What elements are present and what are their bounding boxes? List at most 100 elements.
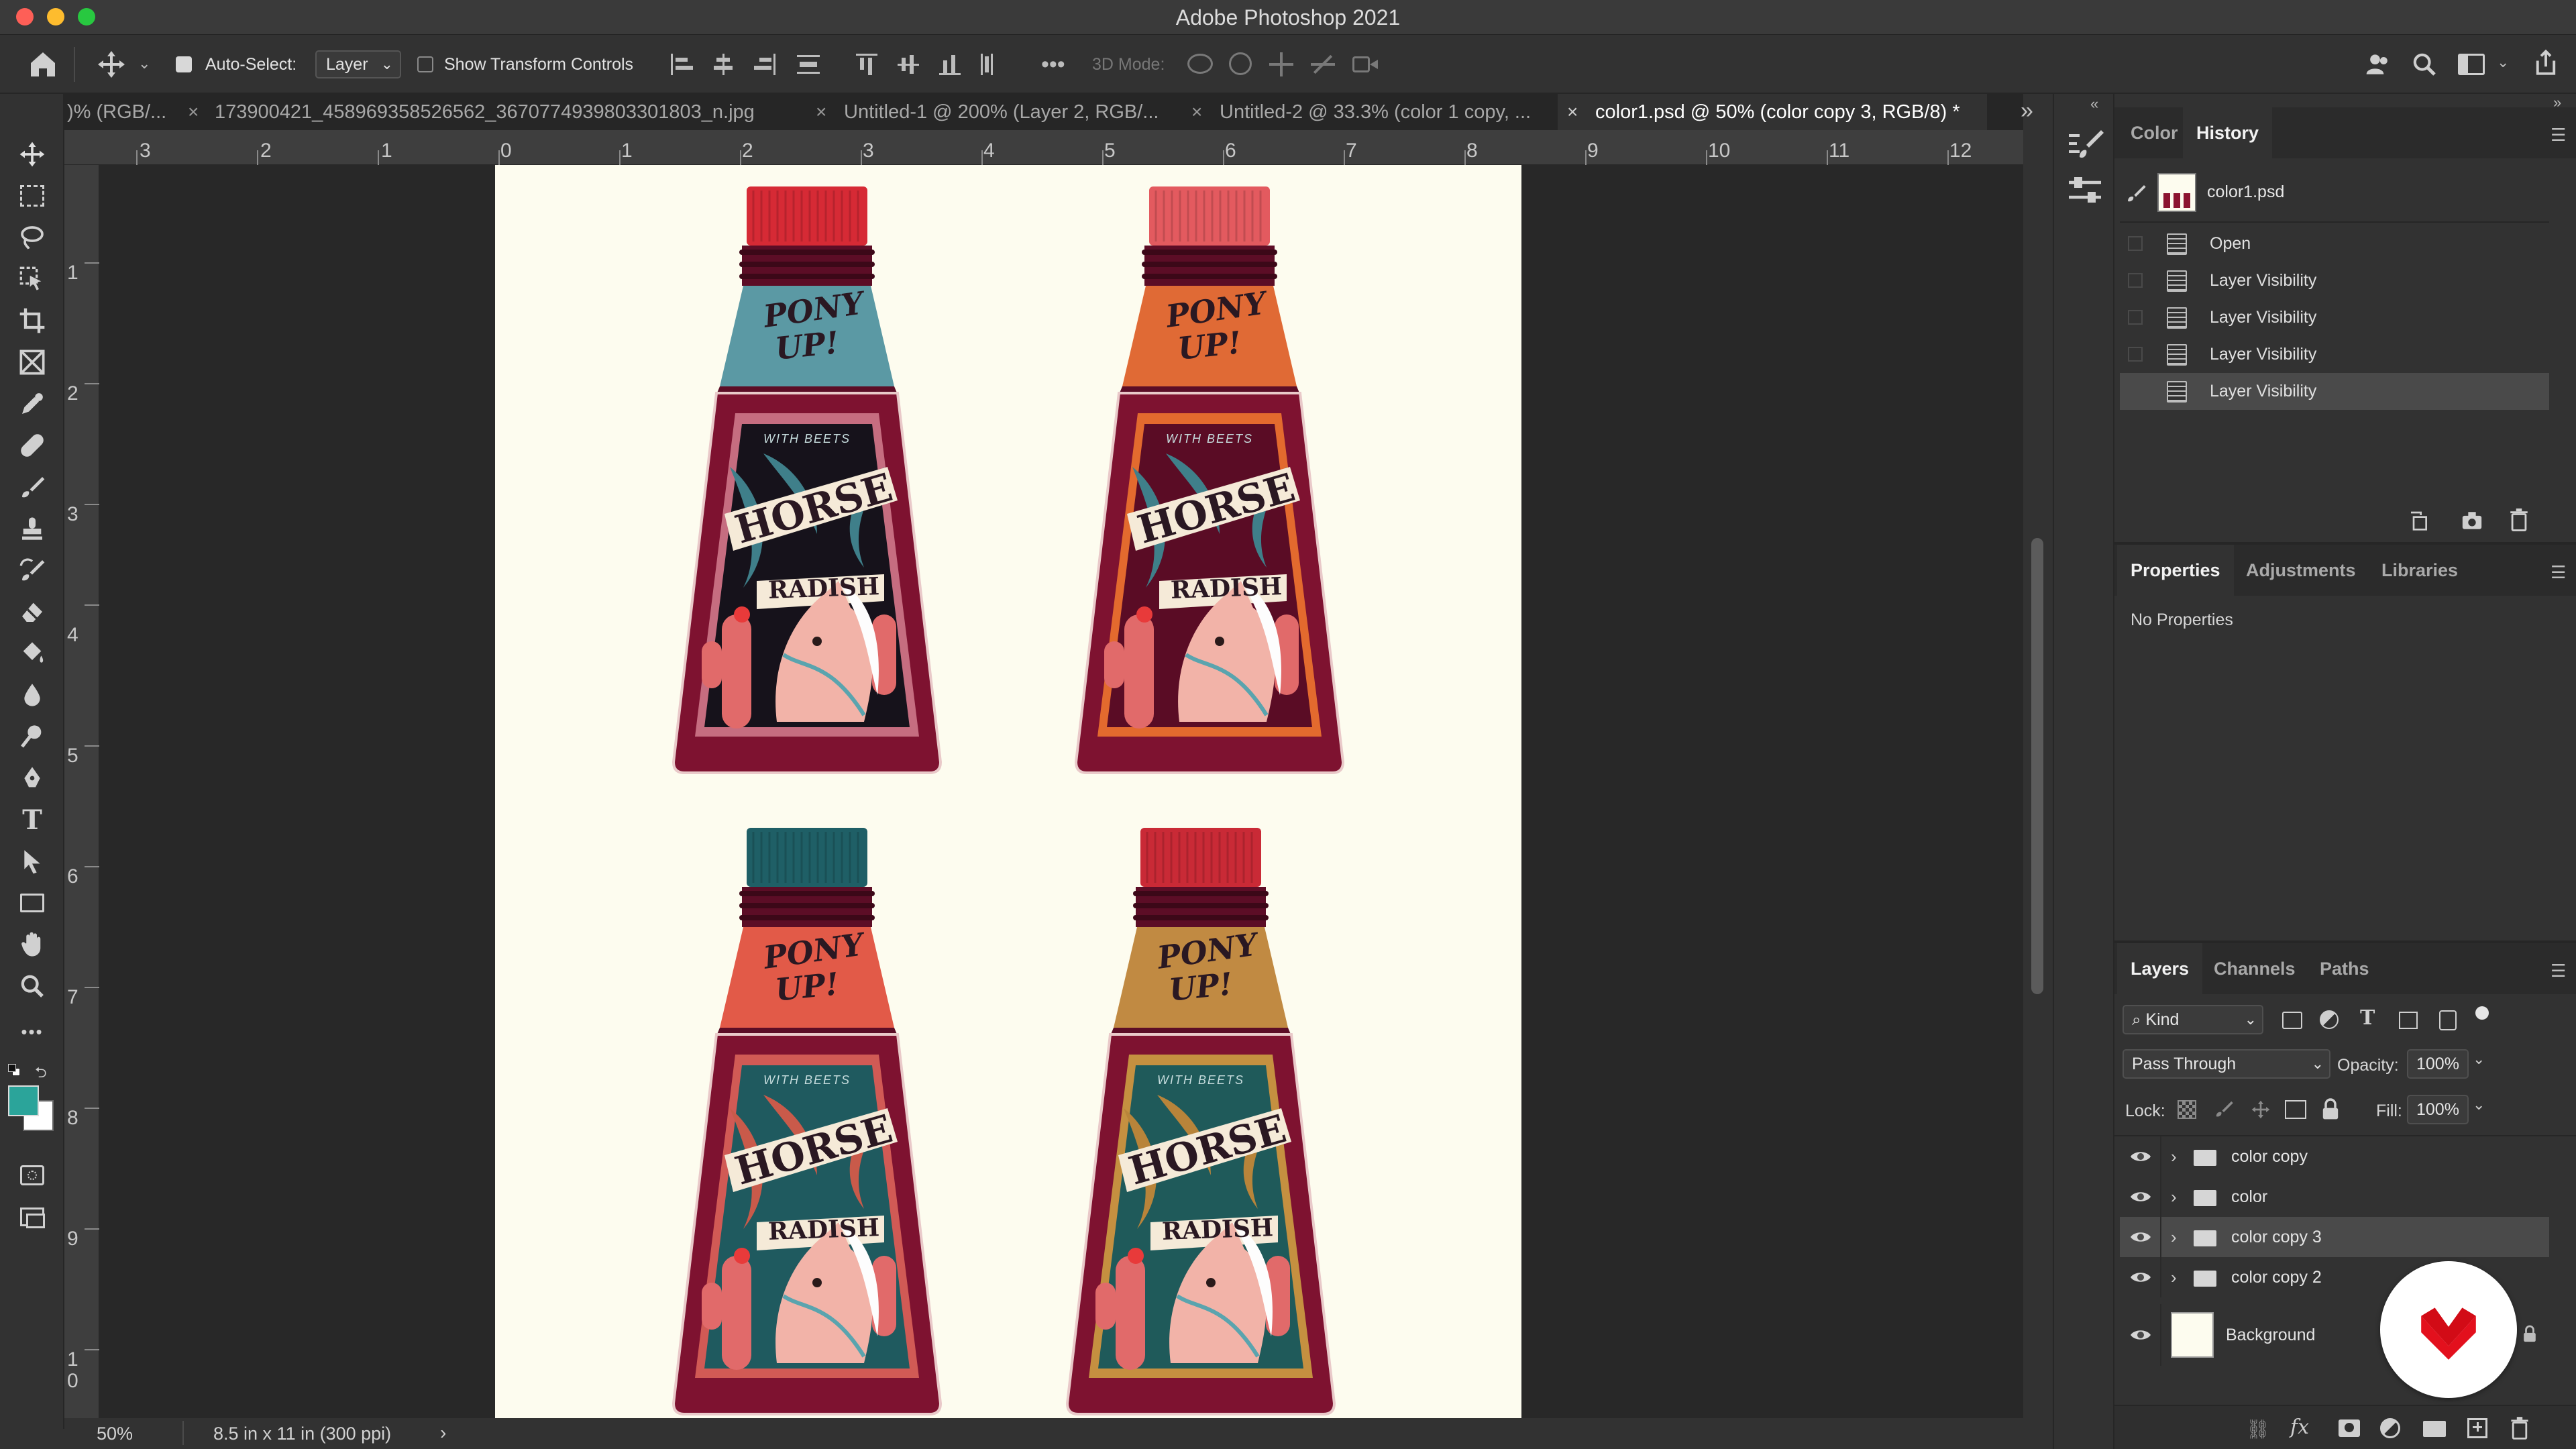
hand-tool-icon[interactable] [13,926,51,963]
fill-field[interactable]: 100% [2407,1095,2469,1124]
history-brush-tool-icon[interactable] [13,551,51,589]
bottle-label-artwork[interactable]: PONY UP! WITH BEETS HORSE RADISH [663,826,951,1417]
panel-menu-icon[interactable]: ☰ [2551,961,2566,981]
collapse-panels-icon[interactable]: « [2090,95,2098,113]
lock-transparent-icon[interactable] [2178,1100,2196,1119]
zoom-tool-icon[interactable] [13,967,51,1005]
distribute-horizontal-icon[interactable] [981,54,993,75]
edit-toolbar-icon[interactable]: ••• [13,1013,51,1051]
align-right-edges-icon[interactable] [754,54,775,75]
opacity-field[interactable]: 100% [2407,1049,2469,1079]
type-tool-icon[interactable]: T [13,801,51,839]
default-colors-icon[interactable] [8,1064,20,1076]
eyedropper-tool-icon[interactable] [13,385,51,423]
tab-properties[interactable]: Properties [2117,545,2234,596]
bottle-label-artwork[interactable]: PONY UP! WITH BEETS HORSE RADISH [663,185,951,775]
visibility-eye-icon[interactable] [2129,1150,2152,1163]
scrollbar-thumb[interactable] [2031,538,2043,994]
tab-close-icon[interactable]: × [1567,94,1578,130]
tab-adjustments[interactable]: Adjustments [2246,545,2356,596]
brush-tool-icon[interactable] [13,468,51,506]
distribute-vertical-icon[interactable] [797,54,820,75]
visibility-eye-icon[interactable] [2129,1230,2152,1244]
clone-stamp-tool-icon[interactable] [13,510,51,547]
tab-close-icon[interactable]: × [816,94,826,130]
eraser-tool-icon[interactable] [13,593,51,631]
object-selection-tool-icon[interactable] [13,260,51,298]
search-icon[interactable] [2411,51,2438,78]
more-options-icon[interactable]: ••• [1041,35,1065,94]
pen-tool-icon[interactable] [13,759,51,797]
zoom-level[interactable]: 50% [97,1424,133,1444]
lock-image-pixels-icon[interactable] [2214,1097,2234,1120]
filter-toggle-icon[interactable] [2475,1006,2489,1020]
expand-chevron-icon[interactable]: › [2171,1257,2177,1297]
history-snapshot-row[interactable]: color1.psd [2120,164,2549,223]
panel-menu-icon[interactable]: ☰ [2551,562,2566,583]
tab-channels[interactable]: Channels [2214,943,2296,994]
dodge-tool-icon[interactable] [13,718,51,755]
blend-mode-dropdown[interactable]: Pass Through ⌄ [2123,1049,2330,1079]
brush-settings-icon[interactable] [2066,127,2104,161]
chevron-down-icon[interactable]: ⌄ [2473,1051,2485,1068]
crop-tool-icon[interactable] [13,302,51,339]
tab-untitled-1[interactable]: Untitled-1 @ 200% (Layer 2, RGB/... [844,94,1159,130]
3d-camera-icon[interactable] [1352,56,1379,72]
expand-chevron-icon[interactable]: › [2171,1136,2177,1177]
history-brush-source-checkbox[interactable] [2128,347,2143,362]
delete-layer-icon[interactable] [2510,1417,2529,1440]
tab-history[interactable]: History [2183,107,2273,158]
history-brush-source-checkbox[interactable] [2128,384,2143,398]
tab-libraries[interactable]: Libraries [2381,545,2458,596]
align-top-edges-icon[interactable] [856,54,877,75]
rectangle-tool-icon[interactable] [13,884,51,922]
chevron-right-icon[interactable]: › [440,1422,446,1444]
history-state[interactable]: Layer Visibility [2120,299,2549,336]
canvas-scrollbar-vertical[interactable] [2026,165,2050,1418]
layer-group-row[interactable]: › color copy 3 [2120,1217,2549,1257]
new-document-from-state-icon[interactable] [2408,510,2430,531]
tab-color1-psd[interactable]: color1.psd @ 50% (color copy 3, RGB/8) * [1595,94,1960,130]
history-brush-source-checkbox[interactable] [2128,236,2143,251]
quick-mask-icon[interactable] [13,1157,51,1194]
move-tool-preset-icon[interactable] [95,48,127,80]
history-state[interactable]: Layer Visibility [2120,373,2549,410]
new-group-icon[interactable] [2423,1421,2446,1437]
more-tabs-icon[interactable]: » [2021,98,2033,124]
tab-close-icon[interactable]: × [1191,94,1202,130]
filter-type-layers-icon[interactable]: T [2360,1006,2375,1030]
history-state[interactable]: Open [2120,225,2549,262]
add-mask-icon[interactable] [2339,1419,2360,1437]
new-layer-icon[interactable] [2467,1418,2487,1438]
history-brush-source-icon[interactable] [2125,182,2147,204]
tab-untitled-2[interactable]: Untitled-2 @ 33.3% (color 1 copy, ... [1220,94,1531,130]
align-bottom-edges-icon[interactable] [939,54,961,75]
history-brush-source-checkbox[interactable] [2128,273,2143,288]
tab-document-partial[interactable]: )% (RGB/... [67,94,166,130]
layer-group-row[interactable]: › color copy [2120,1136,2549,1177]
blur-tool-icon[interactable] [13,676,51,714]
filter-shape-layers-icon[interactable] [2399,1012,2418,1029]
lasso-tool-icon[interactable] [13,219,51,256]
visibility-eye-icon[interactable] [2129,1271,2152,1284]
healing-brush-tool-icon[interactable] [13,427,51,464]
path-selection-tool-icon[interactable] [13,843,51,880]
tab-paths[interactable]: Paths [2320,943,2369,994]
adjustments-sliders-icon[interactable] [2066,173,2104,207]
lock-position-icon[interactable] [2250,1099,2271,1120]
delete-state-icon[interactable] [2509,508,2529,531]
bottle-label-artwork[interactable]: PONY UP! WITH BEETS HORSE RADISH [1057,826,1345,1417]
new-adjustment-layer-icon[interactable] [2380,1418,2400,1438]
chevron-down-icon[interactable]: ⌄ [2473,1096,2485,1114]
paint-bucket-tool-icon[interactable] [13,635,51,672]
filter-adjustment-layers-icon[interactable] [2320,1010,2339,1029]
frame-tool-icon[interactable] [13,343,51,381]
filter-smart-objects-icon[interactable] [2439,1010,2457,1030]
chevron-down-icon[interactable]: ⌄ [2497,54,2509,71]
visibility-eye-icon[interactable] [2129,1328,2152,1342]
link-layers-icon[interactable]: ⛓ [2246,1418,2270,1440]
camera-snapshot-icon[interactable] [2461,510,2483,531]
workspace-icon[interactable] [2458,54,2485,75]
screen-mode-icon[interactable] [13,1198,51,1236]
move-tool-icon[interactable] [13,136,51,173]
